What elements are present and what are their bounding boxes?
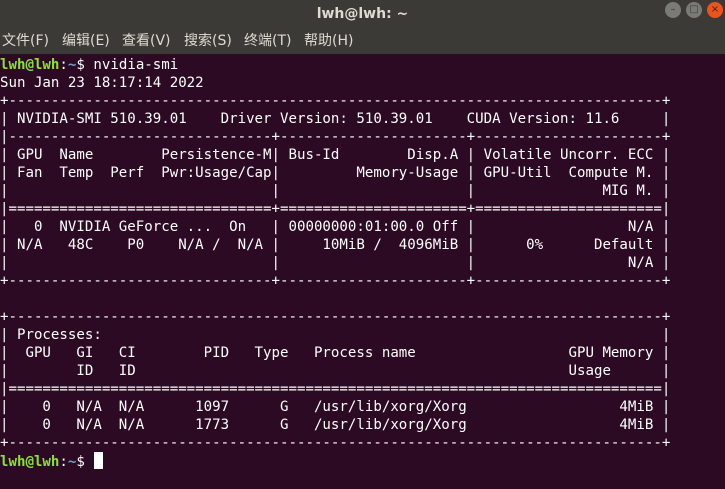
maximize-icon[interactable]: □	[686, 2, 702, 18]
prompt-separator: :	[59, 57, 68, 73]
prompt-user: lwh@lwh	[0, 454, 60, 470]
prompt-symbol: $	[76, 57, 94, 73]
command-text: nvidia-smi	[93, 57, 179, 73]
menu-file[interactable]: 文件(F)	[2, 28, 49, 54]
title-bar[interactable]: lwh@lwh: ~ – □ ×	[0, 0, 725, 28]
menu-terminal[interactable]: 终端(T)	[244, 28, 291, 54]
output-line: | GPU GI CI PID Type Process name GPU Me…	[0, 345, 671, 361]
menu-edit[interactable]: 编辑(E)	[62, 28, 110, 54]
terminal-area[interactable]: lwh@lwh:~$ nvidia-smi Sun Jan 23 18:17:1…	[0, 54, 725, 489]
command-line: lwh@lwh:~$ nvidia-smi	[0, 56, 178, 74]
output-line: +---------------------------------------…	[0, 309, 671, 325]
prompt-separator: :	[59, 454, 68, 470]
output-line: |-------------------------------+-------…	[0, 129, 671, 145]
menu-bar: 文件(F) 编辑(E) 查看(V) 搜索(S) 终端(T) 帮助(H)	[0, 28, 725, 54]
output-line: +-------------------------------+-------…	[0, 273, 671, 289]
output-line: | | | MIG M. |	[0, 183, 671, 199]
menu-search[interactable]: 搜索(S)	[184, 28, 232, 54]
output-line: +---------------------------------------…	[0, 93, 671, 109]
output-line: | 0 N/A N/A 1097 G /usr/lib/xorg/Xorg 4M…	[0, 399, 671, 415]
prompt-symbol: $	[76, 454, 94, 470]
text-cursor	[94, 452, 104, 469]
output-line: | N/A 48C P0 N/A / N/A | 10MiB / 4096MiB…	[0, 237, 671, 253]
output-line: | GPU Name Persistence-M| Bus-Id Disp.A …	[0, 147, 671, 163]
output-line: | Processes: |	[0, 327, 671, 343]
close-icon[interactable]: ×	[707, 2, 723, 18]
date-line: Sun Jan 23 18:17:14 2022	[0, 75, 204, 91]
minimize-icon[interactable]: –	[665, 2, 681, 18]
output-line: |===============================+=======…	[0, 201, 671, 217]
output-line: | 0 N/A N/A 1773 G /usr/lib/xorg/Xorg 4M…	[0, 417, 671, 433]
output-line: | | | N/A |	[0, 255, 671, 271]
prompt-line: lwh@lwh:~$	[0, 452, 104, 470]
output-line: | 0 NVIDIA GeForce ... On | 00000000:01:…	[0, 219, 671, 235]
window-title: lwh@lwh: ~	[316, 6, 409, 22]
output-line: +---------------------------------------…	[0, 435, 671, 451]
menu-help[interactable]: 帮助(H)	[304, 28, 353, 54]
menu-view[interactable]: 查看(V)	[122, 28, 171, 54]
prompt-user: lwh@lwh	[0, 57, 60, 73]
output-line: | ID ID Usage |	[0, 363, 671, 379]
output-line: | Fan Temp Perf Pwr:Usage/Cap| Memory-Us…	[0, 165, 671, 181]
output-line: | NVIDIA-SMI 510.39.01 Driver Version: 5…	[0, 111, 671, 127]
output-line: |=======================================…	[0, 381, 671, 397]
